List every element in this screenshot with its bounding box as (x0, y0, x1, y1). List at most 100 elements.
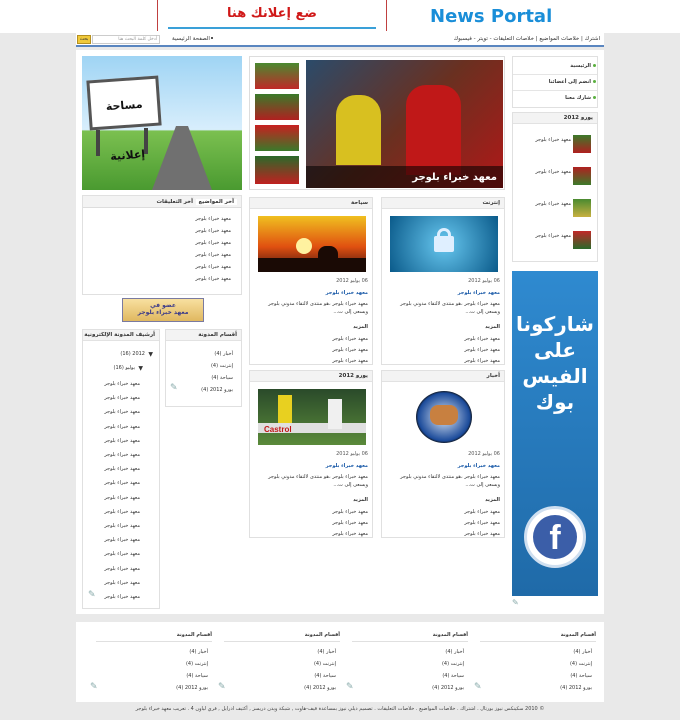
post-title[interactable]: معهد خبراء بلوجر (326, 463, 368, 469)
archive-post-link[interactable]: معهد خبراء بلوجر (82, 551, 140, 557)
related-link[interactable]: معهد خبراء بلوجر (464, 336, 500, 342)
post-image[interactable] (390, 216, 498, 272)
footer-category-link[interactable]: إنترنت (4) (132, 661, 208, 667)
category-link[interactable]: سياحة (4) (211, 375, 233, 381)
footer-category-link[interactable]: سياحة (4) (260, 673, 336, 679)
menu-item-share[interactable]: شارك معنا (565, 95, 591, 101)
chevron-down-icon[interactable]: ▼ (138, 365, 143, 372)
post-category[interactable]: أخبار (382, 371, 504, 382)
footer-category-link[interactable]: إنترنت (4) (388, 661, 464, 667)
edit-icon[interactable]: ✎ (474, 682, 482, 692)
footer-category-link[interactable]: أخبار (4) (260, 649, 336, 655)
read-more[interactable]: المزيد (353, 324, 368, 330)
archive-post-link[interactable]: معهد خبراء بلوجر (82, 480, 140, 486)
slider-thumb[interactable] (254, 124, 300, 152)
post-image[interactable] (390, 389, 498, 445)
related-link[interactable]: معهد خبراء بلوجر (464, 347, 500, 353)
archive-post-link[interactable]: معهد خبراء بلوجر (82, 509, 140, 515)
footer-category-link[interactable]: إنترنت (4) (260, 661, 336, 667)
post-title[interactable]: معهد خبراء بلوجر (326, 290, 368, 296)
edit-icon[interactable]: ✎ (346, 682, 354, 692)
related-link[interactable]: معهد خبراء بلوجر (332, 358, 368, 364)
read-more[interactable]: المزيد (353, 497, 368, 503)
related-link[interactable]: معهد خبراء بلوجر (332, 520, 368, 526)
read-more[interactable]: المزيد (485, 324, 500, 330)
latest-post-link[interactable]: معهد خبراء بلوجر (195, 276, 231, 282)
edit-icon[interactable]: ✎ (88, 590, 96, 600)
menu-item-home[interactable]: الرئيسية (570, 63, 591, 69)
slider-caption[interactable]: معهد خبراء بلوجر (412, 172, 497, 183)
slider-thumb[interactable] (254, 155, 300, 185)
archive-post-link[interactable]: معهد خبراء بلوجر (82, 523, 140, 529)
search-input[interactable]: أدخل كلمة البحث هنا (92, 35, 160, 44)
post-title[interactable]: معهد خبراء بلوجر (458, 290, 500, 296)
read-more[interactable]: المزيد (485, 497, 500, 503)
slider-image[interactable]: معهد خبراء بلوجر (306, 60, 503, 188)
top-ad-banner[interactable]: ضع إعلانك هنا (157, 0, 387, 31)
archive-post-link[interactable]: معهد خبراء بلوجر (82, 395, 140, 401)
euro-item[interactable]: معهد خبراء بلوجر (535, 233, 571, 239)
footer-category-link[interactable]: أخبار (4) (516, 649, 592, 655)
footer-category-link[interactable]: أخبار (4) (132, 649, 208, 655)
related-link[interactable]: معهد خبراء بلوجر (332, 531, 368, 537)
archive-post-link[interactable]: معهد خبراء بلوجر (82, 424, 140, 430)
archive-post-link[interactable]: معهد خبراء بلوجر (82, 409, 140, 415)
archive-post-link[interactable]: معهد خبراء بلوجر (82, 537, 140, 543)
euro-thumbnail[interactable] (573, 135, 591, 153)
archive-month[interactable]: يوليو (16) (114, 365, 135, 371)
nav-subscribe-links[interactable]: اشترك | خلاصات المواضيع | خلاصات التعليق… (440, 36, 600, 42)
archive-post-link[interactable]: معهد خبراء بلوجر (82, 580, 140, 586)
footer-category-link[interactable]: إنترنت (4) (516, 661, 592, 667)
post-image[interactable]: Castrol (258, 389, 366, 445)
nav-home-link[interactable]: الصفحة الرئيسية (172, 36, 210, 42)
footer-category-link[interactable]: يورو 2012 (4) (388, 685, 464, 691)
related-link[interactable]: معهد خبراء بلوجر (332, 336, 368, 342)
euro-item[interactable]: معهد خبراء بلوجر (535, 169, 571, 175)
archive-post-link[interactable]: معهد خبراء بلوجر (82, 381, 140, 387)
archive-post-link[interactable]: معهد خبراء بلوجر (82, 566, 140, 572)
related-link[interactable]: معهد خبراء بلوجر (464, 509, 500, 515)
tab-comments[interactable]: آخر التعليقات (156, 199, 193, 205)
latest-post-link[interactable]: معهد خبراء بلوجر (195, 252, 231, 258)
ad-space-image[interactable]: مساحة إعلانية (82, 56, 242, 190)
post-image[interactable] (258, 216, 366, 272)
euro-thumbnail[interactable] (573, 199, 591, 217)
related-link[interactable]: معهد خبراء بلوجر (464, 520, 500, 526)
archive-post-link[interactable]: معهد خبراء بلوجر (82, 438, 140, 444)
footer-category-link[interactable]: سياحة (4) (132, 673, 208, 679)
post-category[interactable]: سياحة (250, 198, 372, 209)
tab-latest[interactable]: آخر المواضيع (195, 199, 237, 205)
latest-post-link[interactable]: معهد خبراء بلوجر (195, 228, 231, 234)
footer-category-link[interactable]: سياحة (4) (388, 673, 464, 679)
latest-post-link[interactable]: معهد خبراء بلوجر (195, 264, 231, 270)
related-link[interactable]: معهد خبراء بلوجر (332, 509, 368, 515)
related-link[interactable]: معهد خبراء بلوجر (332, 347, 368, 353)
slider-thumb[interactable] (254, 93, 300, 121)
latest-post-link[interactable]: معهد خبراء بلوجر (195, 216, 231, 222)
menu-item-join[interactable]: انضم إلى أعضائنا (549, 79, 591, 85)
euro-item[interactable]: معهد خبراء بلوجر (535, 201, 571, 207)
euro-thumbnail[interactable] (573, 167, 591, 185)
post-title[interactable]: معهد خبراء بلوجر (458, 463, 500, 469)
archive-post-link[interactable]: معهد خبراء بلوجر (82, 466, 140, 472)
edit-icon[interactable]: ✎ (218, 682, 226, 692)
member-badge[interactable]: عضو في معهد خبراء بلوجر (122, 298, 204, 322)
edit-icon[interactable]: ✎ (90, 682, 98, 692)
related-link[interactable]: معهد خبراء بلوجر (464, 358, 500, 364)
search-button[interactable]: بحث (77, 35, 91, 44)
footer-category-link[interactable]: سياحة (4) (516, 673, 592, 679)
site-logo[interactable]: News Portal (430, 6, 552, 27)
post-category[interactable]: إنترنت (382, 198, 504, 209)
archive-year[interactable]: 2012 (16) (120, 351, 145, 357)
euro-thumbnail[interactable] (573, 231, 591, 249)
footer-category-link[interactable]: يورو 2012 (4) (132, 685, 208, 691)
category-link[interactable]: أخبار (4) (214, 351, 233, 357)
archive-post-link[interactable]: معهد خبراء بلوجر (82, 452, 140, 458)
related-link[interactable]: معهد خبراء بلوجر (464, 531, 500, 537)
footer-category-link[interactable]: يورو 2012 (4) (516, 685, 592, 691)
euro-item[interactable]: معهد خبراء بلوجر (535, 137, 571, 143)
edit-icon[interactable]: ✎ (512, 598, 522, 607)
latest-post-link[interactable]: معهد خبراء بلوجر (195, 240, 231, 246)
chevron-down-icon[interactable]: ▼ (148, 351, 153, 358)
category-link[interactable]: إنترنت (4) (211, 363, 233, 369)
